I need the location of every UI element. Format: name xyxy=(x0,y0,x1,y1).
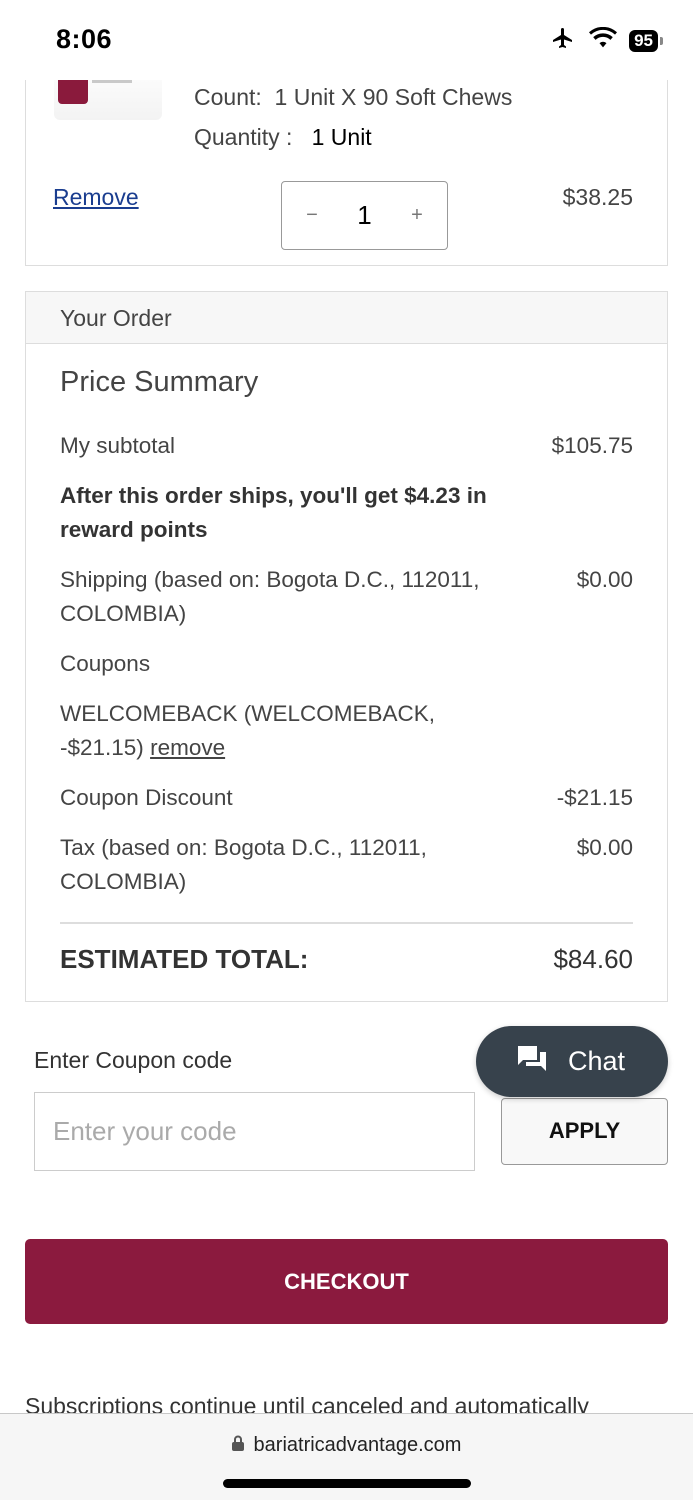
summary-divider xyxy=(60,922,633,924)
estimated-total-row: ESTIMATED TOTAL: $84.60 xyxy=(60,944,633,975)
subtotal-value: $105.75 xyxy=(551,433,633,458)
decrement-button[interactable]: − xyxy=(300,204,324,227)
airplane-icon xyxy=(549,26,577,55)
chat-bubble-icon xyxy=(516,1044,548,1079)
lock-icon xyxy=(231,1434,244,1457)
order-header: Your Order xyxy=(26,292,667,344)
quantity-stepper-value[interactable]: 1 xyxy=(357,200,371,231)
order-summary-card: Your Order Price Summary My subtotal $10… xyxy=(25,291,668,1002)
coupon-discount-row: Coupon Discount -$21.15 xyxy=(60,781,633,815)
shipping-value: $0.00 xyxy=(576,567,633,592)
cart-item-card: Count: 1 Unit X 90 Soft Chews Quantity :… xyxy=(25,60,668,266)
chat-label: Chat xyxy=(568,1046,626,1076)
reward-points-text: After this order ships, you'll get $4.23… xyxy=(60,483,487,542)
applied-coupon-row: WELCOMEBACK (WELCOMEBACK, -$21.15) remov… xyxy=(60,697,633,765)
item-count: Count: 1 Unit X 90 Soft Chews xyxy=(194,84,512,111)
browser-address-bar: bariatricadvantage.com xyxy=(0,1413,693,1500)
item-price: $38.25 xyxy=(562,184,633,210)
tax-label: Tax (based on: Bogota D.C., 112011, COLO… xyxy=(60,835,427,894)
chat-button[interactable]: Chat xyxy=(476,1026,668,1097)
subtotal-label: My subtotal xyxy=(60,433,176,458)
quantity-stepper: − 1 + xyxy=(281,181,448,250)
shipping-row: Shipping (based on: Bogota D.C., 112011,… xyxy=(60,563,633,631)
remove-coupon-link[interactable]: remove xyxy=(150,735,225,760)
applied-coupon-text: WELCOMEBACK (WELCOMEBACK, -$21.15) xyxy=(60,701,436,760)
coupon-discount-label: Coupon Discount xyxy=(60,785,233,810)
url-text: bariatricadvantage.com xyxy=(253,1434,462,1456)
subtotal-row: My subtotal $105.75 xyxy=(60,429,633,463)
apply-coupon-button[interactable]: APPLY xyxy=(501,1098,668,1165)
coupon-code-label: Enter Coupon code xyxy=(34,1047,233,1073)
status-time: 8:06 xyxy=(56,24,113,54)
reward-points-row: After this order ships, you'll get $4.23… xyxy=(60,479,633,547)
shipping-label: Shipping (based on: Bogota D.C., 112011,… xyxy=(60,567,480,626)
increment-button[interactable]: + xyxy=(405,204,429,227)
battery-icon: 95 xyxy=(629,29,663,52)
price-summary-title: Price Summary xyxy=(60,366,259,398)
tax-value: $0.00 xyxy=(576,835,633,860)
wifi-icon xyxy=(589,26,618,54)
coupon-code-input[interactable] xyxy=(34,1092,475,1171)
home-indicator[interactable] xyxy=(223,1479,471,1488)
battery-level: 95 xyxy=(629,29,658,52)
coupons-label: Coupons xyxy=(60,651,151,676)
url-display[interactable]: bariatricadvantage.com xyxy=(0,1434,693,1457)
status-icons: 95 xyxy=(549,26,663,55)
quantity-value: 1 Unit xyxy=(311,124,372,150)
count-label: Count: xyxy=(194,84,262,110)
status-bar: 8:06 95 xyxy=(0,0,693,80)
applied-coupon: WELCOMEBACK (WELCOMEBACK, -$21.15) remov… xyxy=(60,697,460,765)
tax-row: Tax (based on: Bogota D.C., 112011, COLO… xyxy=(60,831,633,899)
estimated-total-value: $84.60 xyxy=(553,944,633,974)
quantity-label: Quantity : xyxy=(194,124,293,150)
estimated-total-label: ESTIMATED TOTAL: xyxy=(60,944,309,974)
count-value: 1 Unit X 90 Soft Chews xyxy=(274,84,513,110)
remove-item-link[interactable]: Remove xyxy=(53,184,139,211)
coupon-discount-value: -$21.15 xyxy=(556,785,633,810)
checkout-button[interactable]: CHECKOUT xyxy=(25,1239,668,1324)
coupons-row: Coupons xyxy=(60,647,633,681)
item-quantity: Quantity : 1 Unit xyxy=(194,124,372,151)
